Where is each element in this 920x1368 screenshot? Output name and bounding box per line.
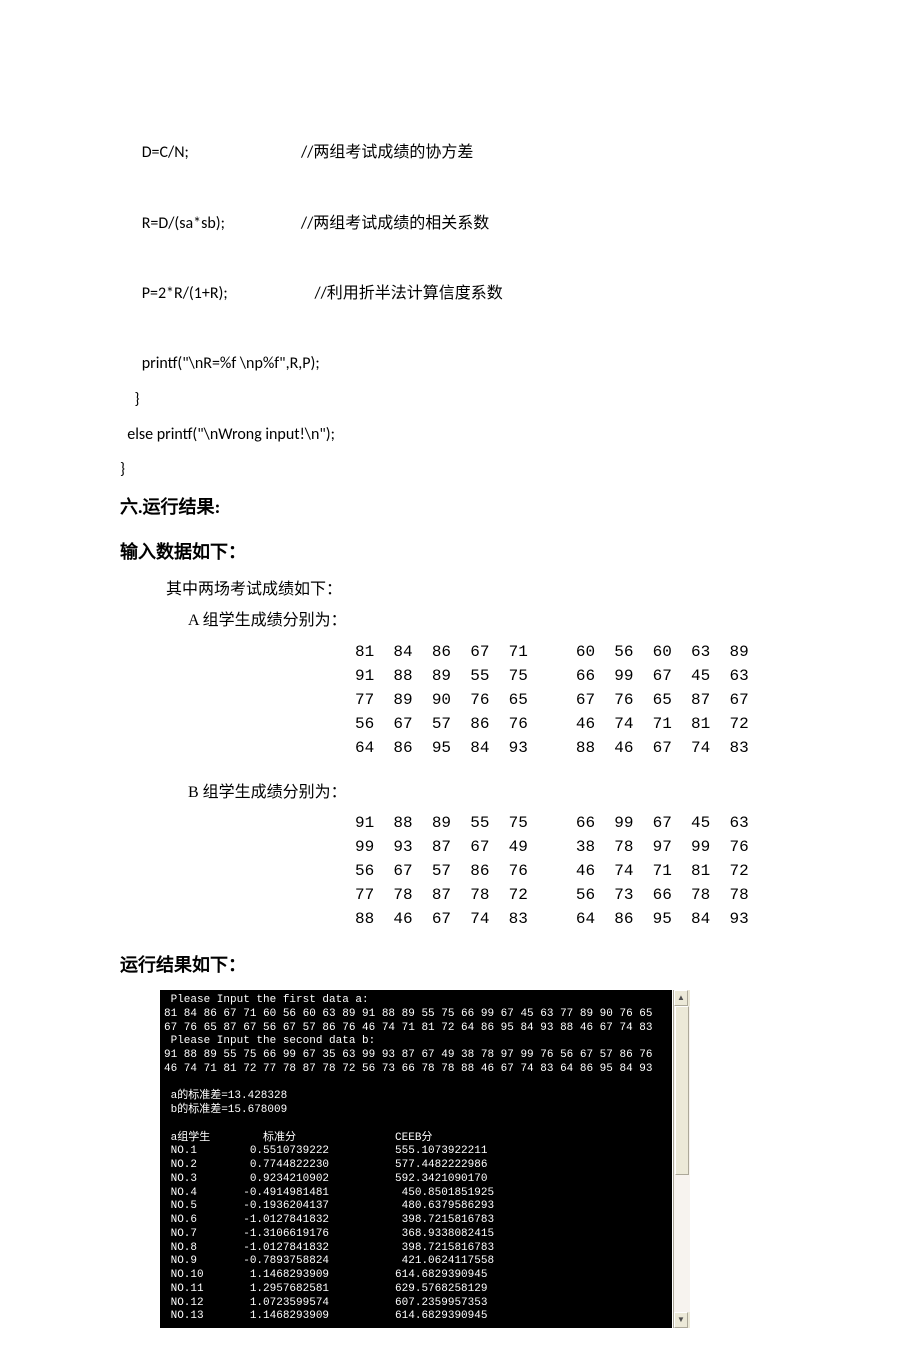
code-line: P=2*R/(1+R); //利用折半法计算信度系数 [120,284,503,303]
code-snippet: D=C/N; //两组考试成绩的协方差 R=D/(sa*sb); //两组考试成… [120,100,800,487]
scroll-up-button[interactable]: ▲ [674,990,688,1006]
scroll-track[interactable] [674,1006,690,1312]
section-heading-run-results: 六.运行结果: [120,493,800,522]
subheading-run-output: 运行结果如下： [120,951,800,980]
code-line: printf("\nR=%f \np%f",R,P); [120,354,320,373]
scroll-thumb[interactable] [675,1006,689,1174]
code-line: } [120,390,140,409]
scroll-down-button[interactable]: ▼ [674,1312,688,1328]
arrow-down-icon: ▼ [677,1314,685,1327]
label-group-a: A 组学生成绩分别为： [120,608,800,634]
group-b-scores: 91 88 89 55 75 66 99 67 45 63 99 93 87 6… [120,811,800,931]
arrow-up-icon: ▲ [677,992,685,1005]
para-two-exams: 其中两场考试成绩如下： [120,577,800,603]
terminal-output: Please Input the first data a: 81 84 86 … [160,990,672,1328]
vertical-scrollbar[interactable]: ▲ ▼ [673,990,690,1328]
label-group-b: B 组学生成绩分别为： [120,780,800,806]
group-a-scores: 81 84 86 67 71 60 56 60 63 89 91 88 89 5… [120,640,800,760]
code-line: } [120,460,125,479]
code-line: D=C/N; //两组考试成绩的协方差 [120,143,473,162]
code-line: R=D/(sa*sb); //两组考试成绩的相关系数 [120,214,489,233]
terminal-window: Please Input the first data a: 81 84 86 … [160,990,690,1328]
document-page: D=C/N; //两组考试成绩的协方差 R=D/(sa*sb); //两组考试成… [0,0,920,1368]
subheading-input-data: 输入数据如下： [120,538,800,567]
code-line: else printf("\nWrong input!\n"); [120,425,335,444]
